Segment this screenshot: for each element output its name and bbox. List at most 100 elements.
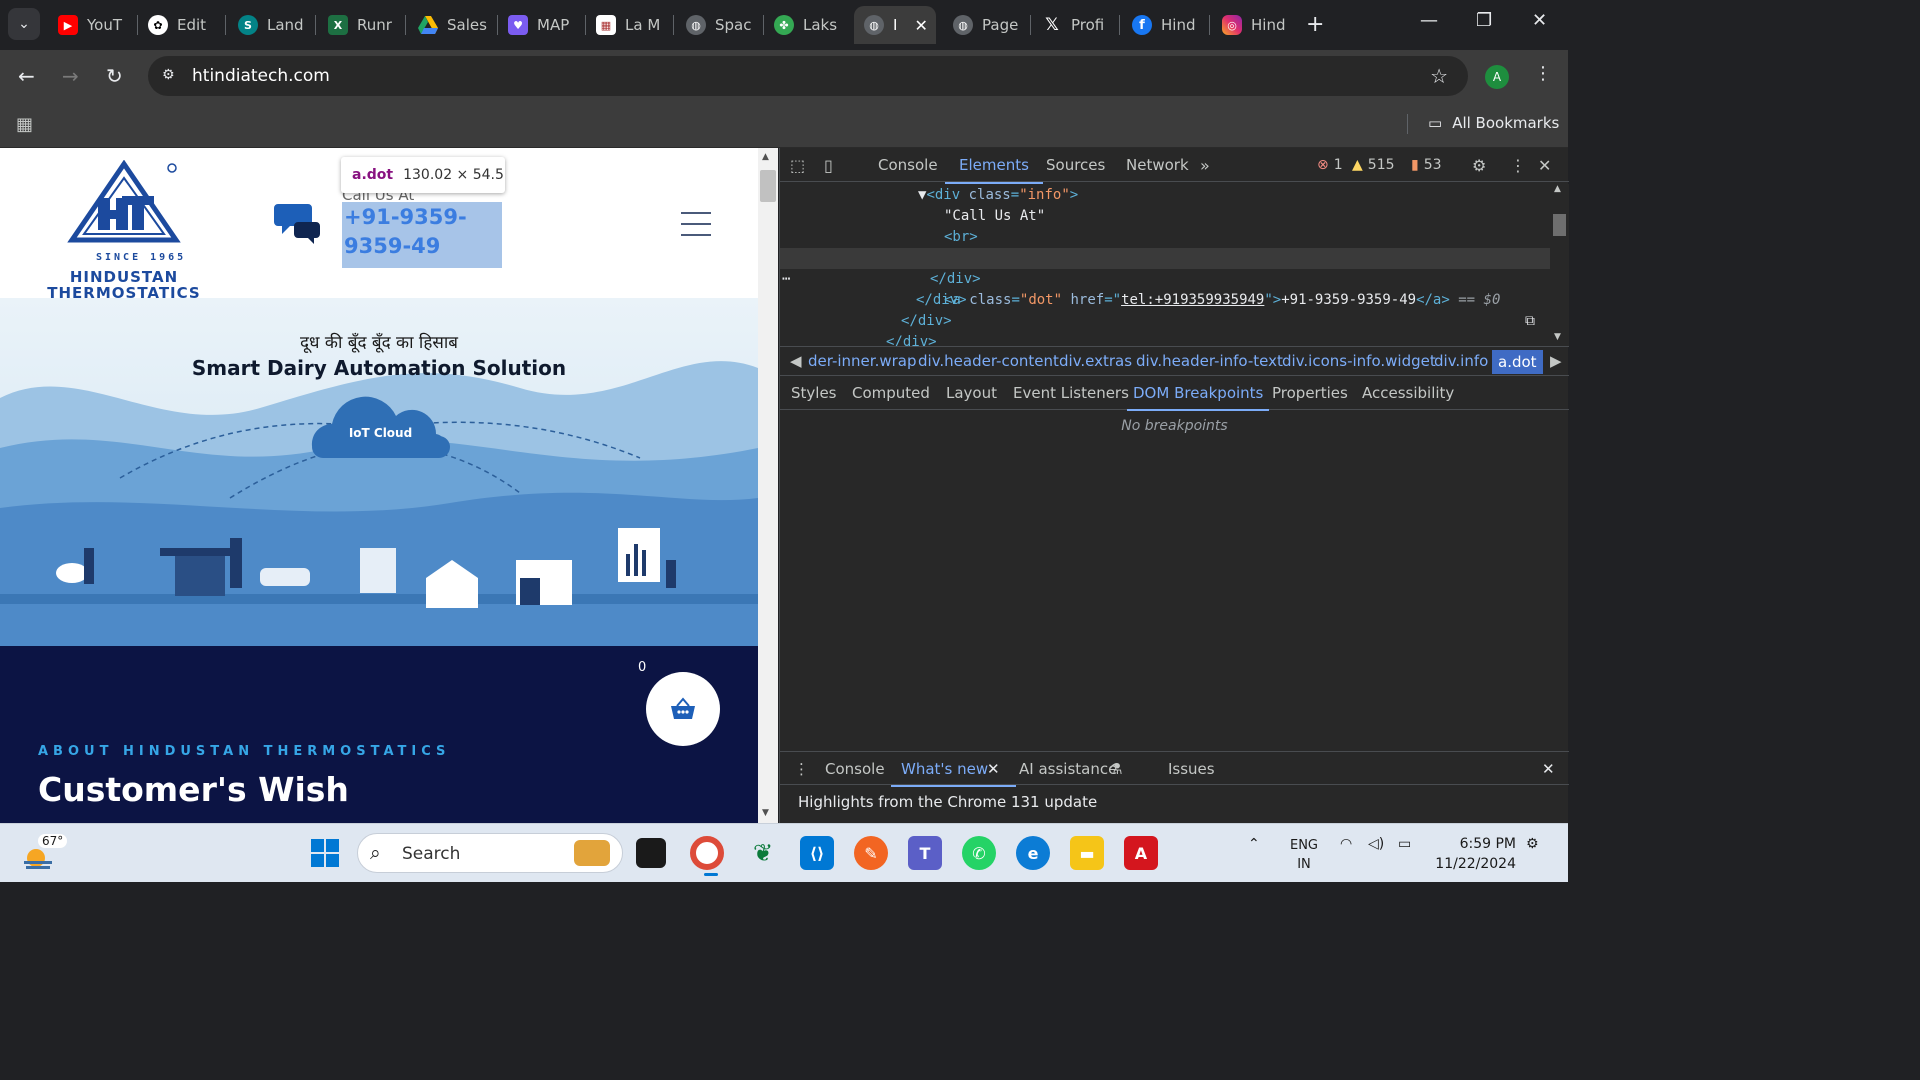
drawer-tab-whats-new[interactable]: What's new [890,760,1017,787]
reload-button[interactable]: ↻ [106,64,123,88]
browser-menu-icon[interactable]: ⋮ [1534,63,1552,84]
drawer-close-icon[interactable]: ✕ [1542,760,1555,778]
teams-icon[interactable]: T [908,836,942,870]
company-logo[interactable]: SINCE 1965 HINDUSTAN THERMOSTATICS [36,160,211,302]
tab-search-button[interactable]: ⌄ [8,8,40,40]
page-scrollbar[interactable]: ▲ ▼ [758,148,778,823]
more-tabs-chevron-icon[interactable]: » [1200,156,1210,175]
address-bar[interactable]: ⚙ htindiatech.com ☆ [148,56,1468,96]
devtools-tab-sources[interactable]: Sources [1046,156,1105,174]
warning-counter[interactable]: ▲ 515 [1352,157,1395,173]
drawer-menu-icon[interactable]: ⋮ [794,760,809,778]
subtab-dom-breakpoints[interactable]: DOM Breakpoints [1126,384,1270,411]
phone-link[interactable]: +91-9359-9359-49 [342,202,502,268]
error-counter[interactable]: ⊗ 1 [1317,157,1343,173]
tray-overflow-chevron-icon[interactable]: ⌃ [1248,836,1260,852]
breadcrumb-item[interactable]: div.info [1434,352,1488,370]
feather-app-icon[interactable]: ❦ [746,836,780,870]
breadcrumb-item-selected[interactable]: a.dot [1492,350,1543,374]
tab-hind-facebook[interactable]: f Hind [1122,6,1208,44]
subtab-event-listeners[interactable]: Event Listeners [1013,384,1129,402]
tab-map[interactable]: ♥ MAP [498,6,584,44]
pen-app-icon[interactable]: ✎ [854,836,888,870]
drawer-tab-issues[interactable]: Issues [1168,760,1215,778]
drawer-tab-ai-assistance[interactable]: AI assistance [1019,760,1117,778]
profile-avatar[interactable]: A [1485,65,1509,89]
acrobat-icon[interactable]: A [1124,836,1158,870]
volume-icon[interactable]: ◁) [1368,836,1384,852]
new-tab-button[interactable]: + [1306,12,1324,37]
vscode-icon[interactable]: ⟨⟩ [800,836,834,870]
drawer-tab-close-icon[interactable]: ✕ [987,760,1000,778]
devtools-settings-gear-icon[interactable]: ⚙ [1472,156,1486,175]
site-settings-icon[interactable]: ⚙ [162,67,175,83]
devtools-close-icon[interactable]: ✕ [1538,156,1551,175]
tab-youtube[interactable]: ▶ YouT [48,6,136,44]
tab-laks[interactable]: ✤ Laks [764,6,852,44]
scrollbar-thumb[interactable] [760,170,776,202]
node-actions-ellipsis-icon[interactable]: ⋯ [782,269,790,290]
taskbar-search[interactable]: ⌕ Search [357,833,623,873]
subtab-computed[interactable]: Computed [852,384,930,402]
dom-line-close-div[interactable]: </div> [901,311,952,332]
close-window-button[interactable]: ✕ [1532,10,1547,31]
task-view-icon[interactable] [636,838,666,868]
wifi-icon[interactable]: ◠ [1340,836,1352,852]
devtools-tab-network[interactable]: Network [1126,156,1189,174]
breadcrumb-right-arrow-icon[interactable]: ▶ [1550,352,1562,370]
devtools-tab-console[interactable]: Console [878,156,938,174]
issues-counter[interactable]: ▮ 53 [1411,157,1442,173]
href-link[interactable]: tel:+919359935949 [1121,292,1264,308]
hamburger-menu-icon[interactable] [681,212,711,245]
scroll-up-arrow-icon[interactable]: ▲ [762,152,769,162]
dom-line-text-node[interactable]: "Call Us At" [944,206,1045,227]
dom-tree-scrollbar[interactable]: ▲ ▼ [1550,184,1569,346]
dom-line-br[interactable]: <br> [944,227,978,248]
close-tab-icon[interactable]: ✕ [914,16,927,35]
forward-button[interactable]: → [62,64,79,88]
restore-button[interactable]: ❐ [1476,10,1492,31]
device-toolbar-icon[interactable]: ▯ [824,156,833,175]
cart-button[interactable] [646,672,720,746]
devtools-tab-elements[interactable]: Elements [945,156,1043,184]
tab-hind-instagram[interactable]: ◎ Hind [1212,6,1298,44]
tab-page[interactable]: ◍ Page [943,6,1029,44]
subtab-accessibility[interactable]: Accessibility [1362,384,1454,402]
breadcrumb-left-arrow-icon[interactable]: ◀ [790,352,802,370]
minimize-button[interactable]: — [1420,10,1438,31]
tab-spac[interactable]: ◍ Spac [676,6,762,44]
tab-land[interactable]: S Land [228,6,314,44]
chrome-icon[interactable] [690,836,724,870]
subtab-properties[interactable]: Properties [1272,384,1348,402]
tab-la-m[interactable]: ▦ La M [586,6,672,44]
scroll-down-arrow-icon[interactable]: ▼ [762,808,769,818]
dom-scroll-thumb[interactable] [1553,214,1566,236]
system-clock[interactable]: 6:59 PM 11/22/2024 [1434,834,1516,874]
devtools-menu-icon[interactable]: ⋮ [1510,156,1526,175]
windows-start-icon[interactable] [308,836,342,870]
tab-runr[interactable]: X Runr [318,6,404,44]
drawer-tab-console[interactable]: Console [825,760,885,778]
scroll-down-arrow-icon[interactable]: ▼ [1554,332,1561,342]
breadcrumb-item[interactable]: div.extras [1059,352,1132,370]
tab-profi[interactable]: 𝕏 Profi [1032,6,1118,44]
tab-edit[interactable]: ✿ Edit [138,6,224,44]
back-button[interactable]: ← [18,64,35,88]
subtab-layout[interactable]: Layout [946,384,997,402]
dom-line-a-dot-selected[interactable]: ⋯ <a class="dot" href="tel:+919359935949… [780,248,1550,329]
file-explorer-icon[interactable]: ▬ [1070,836,1104,870]
dom-line-close-div[interactable]: </div> [916,290,967,311]
tab-active[interactable]: ◍ I ✕ [854,6,936,44]
whatsapp-icon[interactable]: ✆ [962,836,996,870]
dom-line-close-div[interactable]: </div> [886,332,937,346]
breadcrumb-item[interactable]: div.header-info-text [1136,352,1283,370]
dom-line-div-info[interactable]: ▼<div class="info"> [918,185,1078,206]
breadcrumb-item[interactable]: div.header-content [918,352,1059,370]
apps-grid-icon[interactable]: ▦ [16,114,33,135]
edge-icon[interactable]: e [1016,836,1050,870]
url-text[interactable]: htindiatech.com [192,66,330,86]
subtab-styles[interactable]: Styles [791,384,837,402]
battery-icon[interactable]: ▭ [1398,836,1411,852]
inspect-element-icon[interactable]: ⬚ [790,156,805,175]
notification-bell-icon[interactable]: ⚙ [1526,836,1539,852]
